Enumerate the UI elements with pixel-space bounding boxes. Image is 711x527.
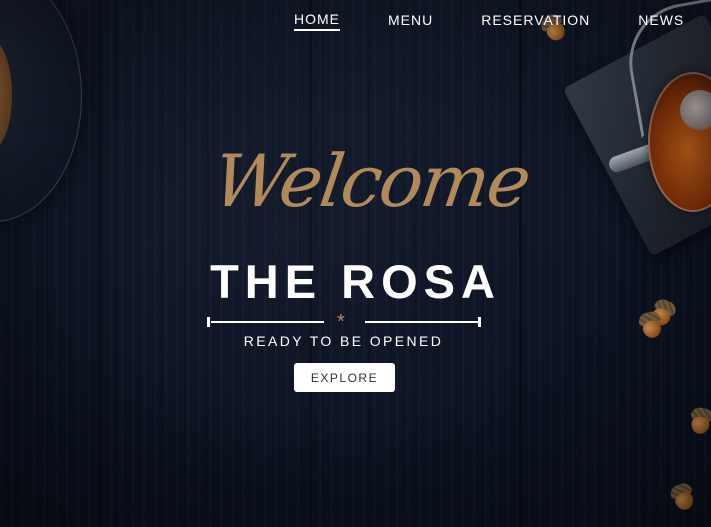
divider-cap-left	[207, 317, 210, 327]
hero-section: HOME MENU RESERVATION NEWS Welcome THE R…	[0, 0, 711, 527]
nav-item-news[interactable]: NEWS	[638, 12, 684, 30]
welcome-script: Welcome	[208, 139, 535, 223]
asterisk-icon: *	[337, 311, 345, 333]
nav-item-home[interactable]: HOME	[294, 11, 340, 31]
title-divider: *	[207, 311, 481, 333]
divider-cap-right	[478, 317, 481, 327]
divider-line-right	[365, 321, 478, 323]
divider-line-left	[211, 321, 324, 323]
hero-title: THE ROSA	[210, 255, 501, 308]
hero-subtitle: READY TO BE OPENED	[243, 333, 444, 349]
main-nav: HOME MENU RESERVATION NEWS	[294, 11, 711, 31]
explore-button[interactable]: EXPLORE	[294, 363, 395, 392]
nav-item-reservation[interactable]: RESERVATION	[481, 12, 590, 30]
nav-item-menu[interactable]: MENU	[388, 12, 433, 30]
